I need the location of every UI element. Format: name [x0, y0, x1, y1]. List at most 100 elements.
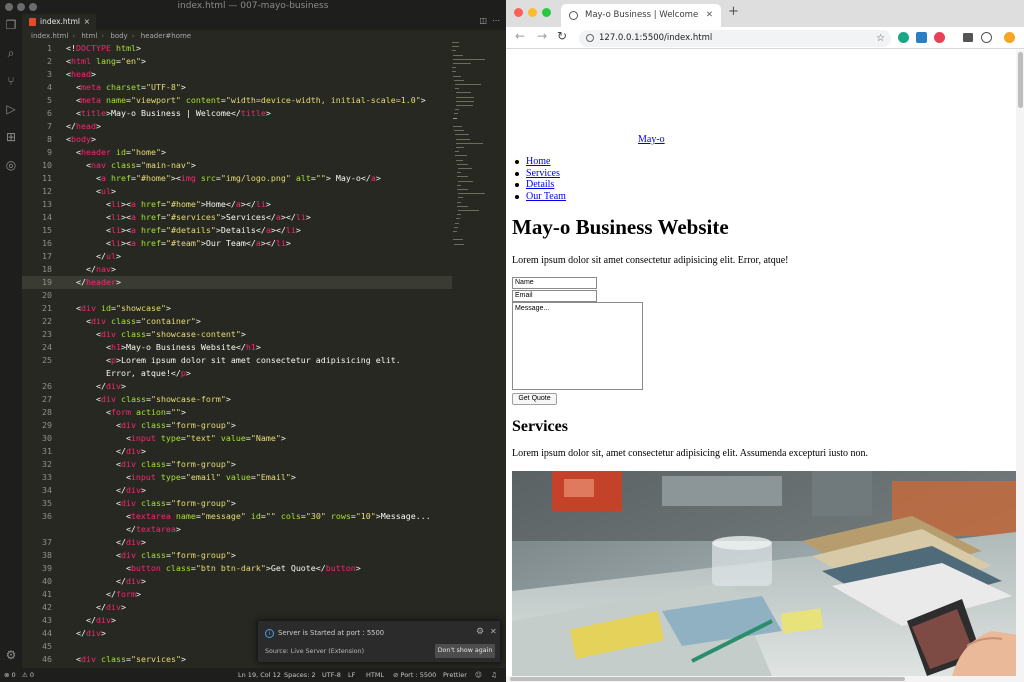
code-line[interactable]: 2 <html lang="en">: [22, 55, 452, 68]
code-line[interactable]: 37 </div>: [22, 536, 452, 549]
reload-icon[interactable]: ↻: [557, 29, 567, 43]
reading-list-icon[interactable]: [963, 33, 973, 42]
back-arrow-icon[interactable]: ←: [515, 29, 525, 43]
status-eol[interactable]: LF: [348, 668, 355, 682]
code-line[interactable]: 7 </head>: [22, 120, 452, 133]
code-line[interactable]: 6 <title>May-o Business | Welcome</title…: [22, 107, 452, 120]
code-line[interactable]: 39 <button class="btn btn-dark">Get Quot…: [22, 562, 452, 575]
browser-tab-close-icon[interactable]: ✕: [706, 4, 713, 27]
breadcrumb-item[interactable]: header#home: [141, 32, 191, 40]
name-input[interactable]: Name: [512, 277, 597, 289]
browser-zoom-dot[interactable]: [542, 8, 551, 17]
code-line[interactable]: 34 </div>: [22, 484, 452, 497]
code-line[interactable]: 5 <meta name="viewport" content="width=d…: [22, 94, 452, 107]
code-line[interactable]: 28 <form action="">: [22, 406, 452, 419]
nav-link-our-team[interactable]: Our Team: [526, 191, 566, 202]
logo-link[interactable]: May-o: [638, 134, 665, 145]
page-scrollbar-thumb[interactable]: [1018, 52, 1023, 108]
code-line[interactable]: 1 <!DOCTYPE html>: [22, 42, 452, 55]
editor-scrollbar[interactable]: [498, 42, 506, 668]
get-quote-button[interactable]: Get Quote: [512, 393, 557, 405]
code-line[interactable]: 10 <nav class="main-nav">: [22, 159, 452, 172]
status-warnings[interactable]: ⚠ 0: [22, 668, 34, 682]
code-line[interactable]: 31 </div>: [22, 445, 452, 458]
code-line[interactable]: 12 <ul>: [22, 185, 452, 198]
code-line[interactable]: 33 <input type="email" value="Email">: [22, 471, 452, 484]
code-line[interactable]: 17 </ul>: [22, 250, 452, 263]
window-minimize-dot[interactable]: [17, 3, 25, 11]
code-line[interactable]: 35 <div class="form-group">: [22, 497, 452, 510]
code-line[interactable]: 13 <li><a href="#home">Home</a></li>: [22, 198, 452, 211]
code-line[interactable]: 36 <textarea name="message" id="" cols="…: [22, 510, 452, 523]
code-area[interactable]: 1 <!DOCTYPE html> 2 <html lang="en"> 3 <head>…: [22, 42, 452, 677]
notification-close-icon[interactable]: ✕: [490, 627, 497, 636]
code-line[interactable]: 38 <div class="form-group">: [22, 549, 452, 562]
code-line[interactable]: 40 </div>: [22, 575, 452, 588]
code-line[interactable]: 27 <div class="showcase-form">: [22, 393, 452, 406]
more-actions-icon[interactable]: ⋯: [492, 16, 500, 25]
extension-m-icon[interactable]: [898, 32, 909, 43]
explorer-icon[interactable]: ❐: [4, 18, 18, 32]
code-line[interactable]: 8 <body>: [22, 133, 452, 146]
extension-target-icon[interactable]: [934, 32, 945, 43]
page-scrollbar[interactable]: [1016, 50, 1024, 676]
code-line[interactable]: 20: [22, 289, 452, 302]
profile-avatar-icon[interactable]: [981, 32, 992, 43]
status-cursor-position[interactable]: Ln 19, Col 12: [238, 668, 281, 682]
nav-link-services[interactable]: Services: [526, 168, 560, 179]
browser-tab-active[interactable]: May-o Business | Welcome ✕: [561, 4, 721, 27]
manage-gear-icon[interactable]: ⚙: [4, 648, 18, 662]
nav-link-home[interactable]: Home: [526, 156, 550, 167]
code-line[interactable]: 19 </header>: [22, 276, 452, 289]
window-close-dot[interactable]: [5, 3, 13, 11]
code-line[interactable]: Error, atque!</p>: [22, 367, 452, 380]
status-live-server-port[interactable]: ⊘ Port : 5500: [393, 668, 436, 682]
status-formatter[interactable]: Prettier: [443, 668, 467, 682]
breadcrumb-item[interactable]: body: [110, 32, 127, 40]
source-control-icon[interactable]: ⑂: [4, 74, 18, 88]
code-line[interactable]: 32 <div class="form-group">: [22, 458, 452, 471]
run-debug-icon[interactable]: ▷: [4, 102, 18, 116]
status-errors[interactable]: ⊗ 0: [4, 668, 16, 682]
code-line[interactable]: 15 <li><a href="#details">Details</a></l…: [22, 224, 452, 237]
address-bar[interactable]: 127.0.0.1:5500/index.html ☆: [579, 30, 891, 47]
notifications-bell-icon[interactable]: ♫: [491, 668, 497, 682]
code-line[interactable]: </textarea>: [22, 523, 452, 536]
status-encoding[interactable]: UTF-8: [322, 668, 341, 682]
code-line[interactable]: 30 <input type="text" value="Name">: [22, 432, 452, 445]
notification-settings-icon[interactable]: ⚙: [476, 627, 484, 637]
status-indentation[interactable]: Spaces: 2: [284, 668, 316, 682]
code-line[interactable]: 16 <li><a href="#team">Our Team</a></li>: [22, 237, 452, 250]
breadcrumb-item[interactable]: html: [81, 32, 97, 40]
live-share-icon[interactable]: ◎: [4, 158, 18, 172]
email-input[interactable]: Email: [512, 290, 597, 302]
code-line[interactable]: 9 <header id="home">: [22, 146, 452, 159]
code-line[interactable]: 22 <div class="container">: [22, 315, 452, 328]
extension-orange-icon[interactable]: [1004, 32, 1015, 43]
code-line[interactable]: 25 <p>Lorem ipsum dolor sit amet consect…: [22, 354, 452, 367]
code-line[interactable]: 18 </nav>: [22, 263, 452, 276]
extension-window-icon[interactable]: [916, 32, 927, 43]
code-line[interactable]: 14 <li><a href="#services">Services</a><…: [22, 211, 452, 224]
nav-link-details[interactable]: Details: [526, 179, 554, 190]
tab-index-html[interactable]: index.html ×: [22, 14, 96, 30]
minimap[interactable]: [452, 42, 498, 272]
code-line[interactable]: 4 <meta charset="UTF-8">: [22, 81, 452, 94]
code-line[interactable]: 29 <div class="form-group">: [22, 419, 452, 432]
message-textarea[interactable]: Message...: [512, 302, 643, 390]
breadcrumb-item[interactable]: index.html: [31, 32, 68, 40]
code-line[interactable]: 24 <h1>May-o Business Website</h1>: [22, 341, 452, 354]
browser-close-dot[interactable]: [514, 8, 523, 17]
extensions-icon[interactable]: ⊞: [4, 130, 18, 144]
dont-show-again-button[interactable]: Don't show again: [435, 644, 495, 658]
site-info-icon[interactable]: [586, 34, 594, 42]
code-line[interactable]: 21 <div id="showcase">: [22, 302, 452, 315]
split-editor-icon[interactable]: ◫: [479, 16, 487, 25]
code-line[interactable]: 26 </div>: [22, 380, 452, 393]
feedback-icon[interactable]: ☺: [475, 668, 482, 682]
page-horizontal-scrollbar-thumb[interactable]: [510, 677, 905, 681]
code-line[interactable]: 41 </form>: [22, 588, 452, 601]
browser-minimize-dot[interactable]: [528, 8, 537, 17]
new-tab-icon[interactable]: +: [728, 4, 739, 19]
code-line[interactable]: 11 <a href="#home"><img src="img/logo.pn…: [22, 172, 452, 185]
